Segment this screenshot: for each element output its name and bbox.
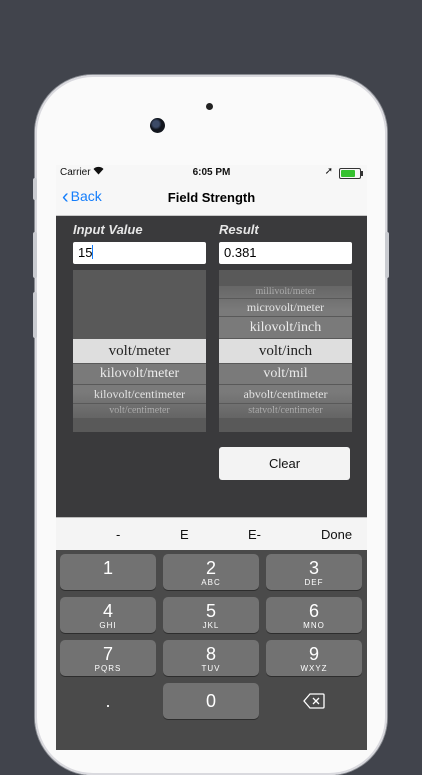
picker-row[interactable]: kilovolt/centimeter — [73, 385, 206, 403]
minus-key[interactable]: - — [116, 527, 120, 542]
result-unit-picker[interactable]: millivolt/meter microvolt/meter kilovolt… — [219, 270, 352, 432]
key-1[interactable]: 1 — [60, 554, 156, 590]
picker-row[interactable]: volt/mil — [219, 364, 352, 384]
app-screen: Carrier 6:05 PM ➚ ‹ Back Field Strength I… — [56, 165, 367, 750]
result-value-text: 0.381 — [224, 245, 257, 260]
picker-row[interactable]: microvolt/meter — [219, 299, 352, 316]
negative-exponent-key[interactable]: E- — [248, 527, 261, 542]
status-bar: Carrier 6:05 PM ➚ — [56, 165, 367, 181]
status-time: 6:05 PM — [192, 167, 231, 178]
backspace-icon — [266, 693, 362, 714]
picker-row[interactable]: statvolt/centimeter — [219, 404, 352, 418]
earpiece-speaker — [206, 103, 213, 110]
key-6[interactable]: 6 MNO — [266, 597, 362, 633]
input-value-field[interactable]: 15 — [73, 242, 206, 264]
navigation-bar: ‹ Back Field Strength — [56, 181, 367, 216]
clear-button[interactable]: Clear — [219, 447, 350, 480]
keyboard-accessory-bar: - E E- Done — [56, 517, 367, 551]
picker-row-selected[interactable]: volt/inch — [219, 339, 352, 363]
result-field[interactable]: 0.381 — [219, 242, 352, 264]
picker-row[interactable]: abvolt/centimeter — [219, 385, 352, 403]
done-button[interactable]: Done — [321, 527, 352, 542]
page-title: Field Strength — [167, 190, 256, 205]
key-5[interactable]: 5 JKL — [163, 597, 259, 633]
volume-up-button — [33, 232, 37, 278]
key-decimal[interactable]: . — [60, 683, 156, 719]
battery-icon — [339, 168, 363, 179]
power-button — [385, 232, 389, 278]
exponent-key[interactable]: E — [180, 527, 189, 542]
input-value-text: 15 — [78, 245, 93, 260]
picker-row[interactable]: kilovolt/meter — [73, 364, 206, 384]
input-value-label: Input Value — [73, 222, 143, 237]
text-cursor — [92, 245, 94, 259]
picker-row[interactable]: kilovolt/inch — [219, 317, 352, 338]
key-0[interactable]: 0 — [163, 683, 259, 719]
front-camera — [150, 118, 165, 133]
picker-row[interactable]: millivolt/meter — [219, 286, 352, 298]
number-keypad: 1 2 ABC 3 DEF 4 GHI 5 JKL 6 MNO 7 PQRS 8 TUV 9W… — [56, 550, 367, 750]
delete-key[interactable] — [266, 683, 362, 719]
converter-panel: Input Value Result 15 0.381 volt/meter k… — [56, 216, 367, 517]
picker-row[interactable]: volt/centimeter — [73, 404, 206, 418]
picker-row-selected[interactable]: volt/meter — [73, 339, 206, 363]
location-icon: ➚ — [324, 166, 333, 177]
key-7[interactable]: 7 PQRS — [60, 640, 156, 676]
key-8[interactable]: 8 TUV — [163, 640, 259, 676]
input-unit-picker[interactable]: volt/meter kilovolt/meter kilovolt/centi… — [73, 270, 206, 432]
key-9[interactable]: 9 WXYZ — [266, 640, 362, 676]
result-label: Result — [219, 222, 259, 237]
mute-switch — [33, 178, 37, 200]
key-3[interactable]: 3 DEF — [266, 554, 362, 590]
volume-down-button — [33, 292, 37, 338]
key-2[interactable]: 2 ABC — [163, 554, 259, 590]
key-4[interactable]: 4 GHI — [60, 597, 156, 633]
